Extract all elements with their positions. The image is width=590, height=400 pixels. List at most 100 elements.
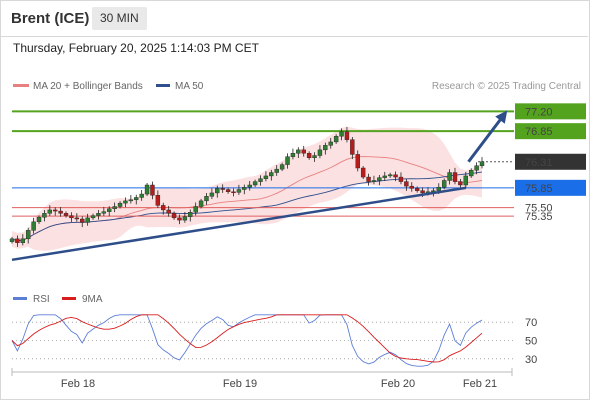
candle-body (285, 156, 290, 165)
candle-body (371, 180, 377, 182)
support-label-75-35: 75.35 (525, 211, 553, 223)
candle-body (58, 210, 63, 214)
legend-label-ma50: MA 50 (175, 81, 204, 92)
candle-body (258, 178, 263, 182)
legend-swatch-ma20 (13, 84, 29, 87)
candle-body (366, 176, 371, 182)
candle-body (26, 230, 31, 240)
legend-label-9ma: 9MA (82, 294, 103, 305)
candle-body (193, 206, 198, 213)
candle-body (398, 176, 404, 182)
candle-body (80, 218, 85, 223)
candle-body (36, 217, 42, 223)
rsi-tick-50: 50 (525, 336, 537, 348)
candle-body (236, 189, 242, 193)
candle-body (134, 197, 139, 200)
candle-body (360, 167, 366, 178)
candle-body (436, 187, 441, 191)
candle-body (155, 194, 161, 206)
candle-body (414, 188, 420, 191)
candle-body (42, 213, 47, 218)
candle-body (252, 181, 258, 186)
candle-body (306, 153, 312, 158)
candle-body (441, 180, 447, 188)
candle-body (377, 177, 382, 181)
candle-body (31, 221, 36, 231)
resistance-label-76-85: 76.85 (525, 126, 553, 138)
candle-body (90, 215, 96, 219)
candle-body (112, 206, 117, 210)
rsi-line (11, 314, 483, 367)
candle-body (53, 209, 58, 212)
candle-body (209, 192, 215, 197)
candle-body (20, 238, 26, 243)
candle-body (231, 191, 236, 194)
candle-body (479, 161, 485, 166)
candle-body (279, 164, 285, 170)
price-chart: MA 20 + Bollinger Bands MA 50 Research © 2… (9, 81, 586, 390)
candle-body (171, 213, 177, 219)
legend-label-rsi: RSI (33, 294, 50, 305)
candle-body (198, 200, 204, 207)
legend-swatch-ma50 (156, 84, 170, 87)
rsi-tick-30: 30 (525, 354, 537, 366)
rsi-tick-70: 70 (525, 317, 537, 329)
candle-body (404, 181, 409, 187)
candle-body (409, 185, 414, 189)
candle-body (96, 213, 101, 216)
candle-body (123, 200, 128, 204)
x-tick-label: Feb 20 (381, 378, 415, 390)
candle-body (177, 217, 182, 221)
candle-body (458, 181, 463, 186)
candle-body (393, 174, 398, 178)
candle-body (85, 217, 90, 223)
x-tick-label: Feb 21 (463, 378, 497, 390)
candle-body (323, 145, 328, 151)
candle-body (333, 136, 339, 143)
candle-body (274, 168, 279, 173)
candle-body (301, 149, 306, 154)
candle-body (452, 172, 458, 182)
legend-label-ma20: MA 20 + Bollinger Bands (33, 81, 143, 92)
x-tick-label: Feb 19 (223, 378, 257, 390)
candle-body (69, 215, 74, 219)
candle-body (188, 211, 193, 217)
candle-body (47, 209, 53, 214)
legend-swatch-rsi (13, 297, 27, 300)
source-credit: Research © 2025 Trading Central (432, 81, 581, 92)
rsi-ma-line (11, 314, 483, 363)
candle-body (117, 202, 123, 207)
candle-body (269, 172, 274, 177)
resistance-label-77-20: 77.20 (525, 106, 553, 118)
candle-body (139, 193, 144, 198)
candle-body (242, 187, 247, 190)
candle-body (317, 149, 323, 156)
candle-body (215, 188, 220, 194)
candle-body (350, 139, 355, 155)
candle-body (9, 238, 15, 242)
candle-body (344, 131, 350, 140)
x-tick-label: Feb 18 (61, 378, 95, 390)
candle-body (387, 174, 393, 177)
candle-body (63, 213, 69, 216)
candle-body (290, 153, 296, 157)
candle-body (463, 175, 468, 186)
candle-body (474, 165, 479, 171)
forecast-arrow-shaft (467, 114, 505, 163)
candle-body (247, 184, 252, 188)
pivot-label-75-85: 75.85 (525, 183, 553, 195)
candle-body (182, 216, 188, 221)
candle-body (420, 190, 425, 194)
candle-body (296, 149, 301, 154)
candle-body (312, 155, 317, 159)
candle-body (263, 175, 269, 179)
candle-body (225, 189, 231, 193)
candle-body (328, 141, 333, 146)
candle-body (339, 131, 344, 137)
candle-body (447, 172, 452, 181)
candle-body (355, 154, 360, 169)
candle-body (107, 208, 112, 212)
candle-body (144, 184, 150, 195)
candle-body (166, 209, 171, 214)
candle-body (161, 205, 166, 211)
